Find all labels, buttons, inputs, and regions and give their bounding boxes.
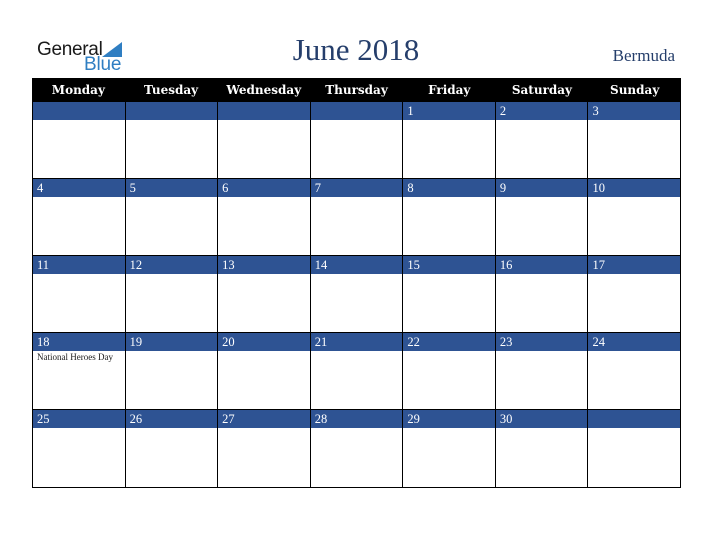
country-label: Bermuda — [612, 46, 675, 65]
week-row: 123 — [32, 102, 682, 179]
weekday-monday: Monday — [51, 83, 105, 97]
day-cell[interactable]: 6 — [218, 179, 311, 255]
day-cell[interactable]: 16 — [495, 256, 589, 332]
holiday-event: National Heroes Day — [37, 352, 113, 362]
weekday-friday: Friday — [428, 83, 471, 97]
day-cell[interactable]: 29 — [403, 410, 496, 487]
weekday-saturday: Saturday — [511, 83, 573, 97]
day-cell[interactable]: 5 — [125, 179, 219, 255]
day-cell[interactable]: 24 — [588, 333, 682, 409]
date-number: 26 — [125, 410, 218, 428]
date-number: 20 — [218, 333, 310, 351]
date-number — [218, 102, 310, 120]
date-number: 7 — [310, 179, 403, 197]
day-cell[interactable] — [588, 410, 682, 487]
calendar-grid: Monday Tuesday Wednesday Thursday Friday… — [32, 78, 682, 488]
date-number: 10 — [588, 179, 681, 197]
date-number: 28 — [310, 410, 403, 428]
day-cell[interactable]: 28 — [310, 410, 404, 487]
date-number: 16 — [495, 256, 588, 274]
day-cell[interactable]: 15 — [403, 256, 496, 332]
week-row: 4 5 6 7 8 9 10 — [32, 179, 682, 256]
day-cell[interactable] — [218, 102, 311, 178]
week-row: 18 National Heroes Day 19 20 21 22 23 24 — [32, 333, 682, 410]
date-number: 30 — [495, 410, 588, 428]
date-number: 4 — [33, 179, 125, 197]
date-number: 6 — [218, 179, 310, 197]
weekday-header-row: Monday Tuesday Wednesday Thursday Friday… — [32, 78, 681, 102]
day-cell[interactable]: 8 — [403, 179, 496, 255]
weekday-thursday: Thursday — [325, 83, 388, 97]
date-number: 8 — [403, 179, 495, 197]
date-number: 1 — [403, 102, 495, 120]
calendar-title: June 2018 — [292, 32, 420, 67]
day-cell[interactable]: 22 — [403, 333, 496, 409]
date-number — [33, 102, 125, 120]
date-number: 3 — [588, 102, 681, 120]
date-number: 24 — [588, 333, 681, 351]
day-cell[interactable]: 3 — [588, 102, 682, 178]
date-number: 2 — [495, 102, 588, 120]
day-cell[interactable]: 21 — [310, 333, 404, 409]
day-cell[interactable]: 4 — [33, 179, 126, 255]
date-number: 21 — [310, 333, 403, 351]
date-number: 27 — [218, 410, 310, 428]
date-number: 11 — [33, 256, 125, 274]
day-cell[interactable]: 20 — [218, 333, 311, 409]
weekday-tuesday: Tuesday — [144, 83, 199, 97]
date-number: 12 — [125, 256, 218, 274]
day-cell[interactable]: 25 — [33, 410, 126, 487]
date-number — [588, 410, 681, 428]
day-cell[interactable]: 19 — [125, 333, 219, 409]
day-cell[interactable]: 1 — [403, 102, 496, 178]
day-cell[interactable]: 12 — [125, 256, 219, 332]
date-number: 13 — [218, 256, 310, 274]
date-number — [310, 102, 403, 120]
date-number: 17 — [588, 256, 681, 274]
date-number: 9 — [495, 179, 588, 197]
date-number: 22 — [403, 333, 495, 351]
week-row: 11 12 13 14 15 16 17 — [32, 256, 682, 333]
date-number: 19 — [125, 333, 218, 351]
day-cell[interactable]: 13 — [218, 256, 311, 332]
week-row: 25 26 27 28 29 30 — [32, 410, 682, 488]
day-cell[interactable]: 7 — [310, 179, 404, 255]
date-number: 29 — [403, 410, 495, 428]
day-cell[interactable] — [125, 102, 219, 178]
date-number: 14 — [310, 256, 403, 274]
date-number — [125, 102, 218, 120]
day-cell[interactable]: 23 — [495, 333, 589, 409]
day-cell[interactable]: 26 — [125, 410, 219, 487]
day-cell[interactable]: 27 — [218, 410, 311, 487]
day-cell[interactable]: 17 — [588, 256, 682, 332]
date-number: 15 — [403, 256, 495, 274]
day-cell[interactable]: 14 — [310, 256, 404, 332]
day-cell[interactable] — [310, 102, 404, 178]
day-cell[interactable]: 2 — [495, 102, 589, 178]
day-cell[interactable]: 18 National Heroes Day — [33, 333, 126, 409]
date-number: 25 — [33, 410, 125, 428]
day-cell[interactable] — [33, 102, 126, 178]
day-cell[interactable]: 10 — [588, 179, 682, 255]
date-number: 5 — [125, 179, 218, 197]
date-number: 23 — [495, 333, 588, 351]
date-number: 18 — [33, 333, 125, 351]
day-cell[interactable]: 9 — [495, 179, 589, 255]
weeks-container: 1 2 3 4 5 6 7 8 9 10 11 12 13 14 15 16 17 18 National Hero… — [32, 102, 682, 488]
day-cell[interactable]: 11 — [33, 256, 126, 332]
day-cell[interactable]: 30 — [495, 410, 589, 487]
weekday-wednesday: Wednesday — [226, 83, 302, 97]
weekday-sunday: Sunday — [610, 83, 660, 97]
